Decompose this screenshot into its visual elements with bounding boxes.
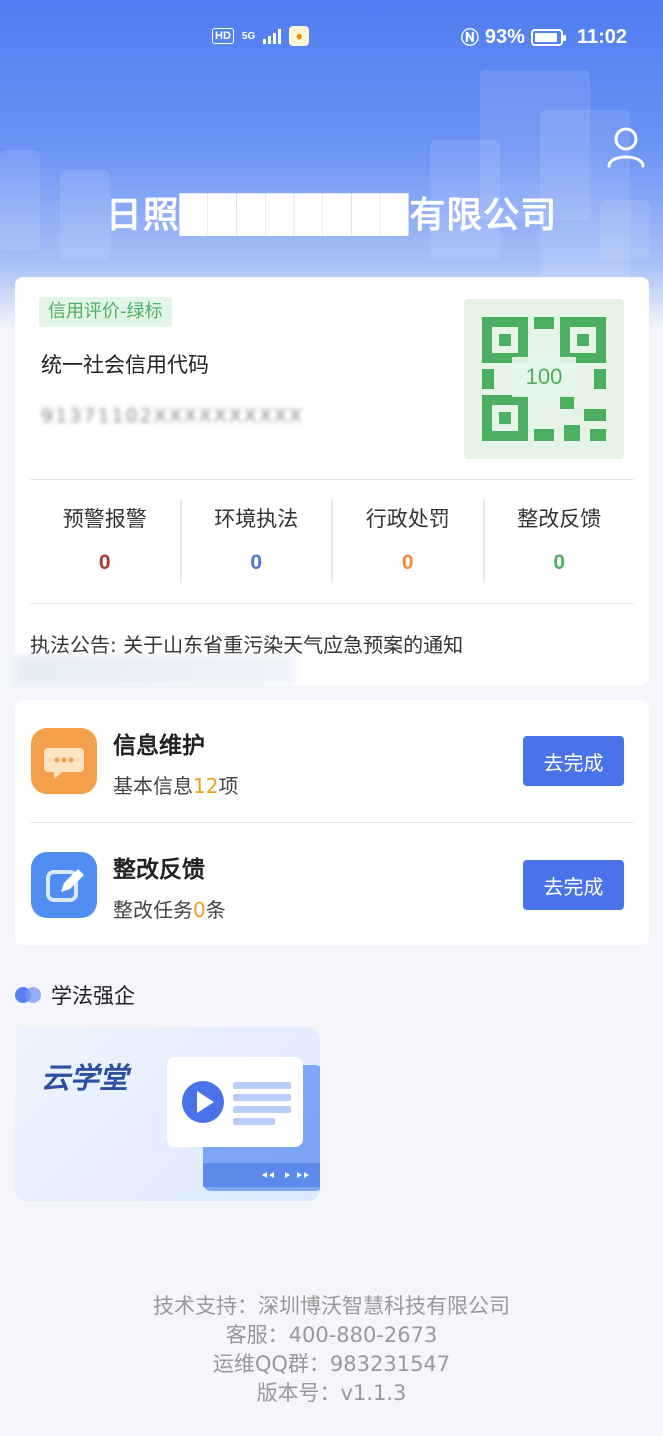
footer-service: 客服：400-880-2673 [225,1323,438,1347]
tasks-card: 信息维护 基本信息12项 去完成 整改反馈 整改任务0条 去完成 [15,700,649,945]
section-header: 学法强企 [15,980,135,1010]
task-rectification-feedback: 整改反馈 整改任务0条 去完成 [15,824,649,946]
enforcement-notice[interactable]: 执法公告: 关于山东省重污染天气应急预案的通知 [30,629,463,658]
task-title: 整改反馈 [113,857,205,883]
video-player-icon [167,1057,320,1191]
battery-icon [530,28,566,46]
nfc-icon: Ⓝ [460,28,479,48]
stat-administrative-penalty[interactable]: 行政处罚 0 [331,499,483,583]
task-sub-suffix: 项 [218,774,239,798]
task-info-maintenance: 信息维护 基本信息12项 去完成 [15,700,649,822]
notification-app-icon: ● [289,26,310,46]
complete-rectification-button[interactable]: 去完成 [523,860,624,910]
footer-qq: 运维QQ群：983231547 [212,1352,451,1376]
stat-environment-enforcement[interactable]: 环境执法 0 [179,499,332,583]
task-count: 0 [193,898,206,922]
complete-info-button[interactable]: 去完成 [523,736,624,786]
credit-card: 信用评价-绿标 统一社会信用代码 91371102XXXXXXXXXX 100 … [15,277,649,685]
task-sub-suffix: 条 [205,898,226,922]
clock: 11:02 [576,25,627,48]
hd-indicator: HD [212,28,234,44]
task-subtitle: 整改任务0条 [113,894,226,923]
network-label: 5G [241,30,256,42]
task-count: 12 [193,774,219,798]
credit-code-value: 91371102XXXXXXXXXX [41,405,304,427]
notice-ticker-blur [15,655,295,685]
task-subtitle: 基本信息12项 [113,770,238,799]
credit-rating-badge: 信用评价-绿标 [39,297,172,327]
signal-icon [263,28,282,44]
edit-pencil-icon [31,852,97,918]
stat-warning-alarm[interactable]: 预警报警 0 [30,499,180,583]
cloud-classroom-card[interactable]: 云学堂 [15,1027,320,1201]
stat-label: 行政处罚 [365,507,450,531]
divider [30,822,634,823]
footer: 技术支持：深圳博沃智慧科技有限公司 客服：400-880-2673 运维QQ群：… [0,1292,663,1408]
task-sub-prefix: 基本信息 [113,774,193,798]
stat-value: 0 [553,551,566,574]
footer-support: 技术支持：深圳博沃智慧科技有限公司 [153,1294,510,1318]
divider [30,479,634,480]
section-title: 学法强企 [51,984,135,1008]
user-profile-icon[interactable] [606,126,646,168]
stat-label: 环境执法 [214,507,299,531]
credit-code-label: 统一社会信用代码 [41,353,209,377]
battery-percent: 93% [484,25,525,48]
task-title: 信息维护 [113,733,205,759]
company-name: 日照████████有限公司 [105,195,558,236]
task-icon-box [31,852,97,918]
task-icon-box [31,728,97,794]
stat-value: 0 [250,551,263,574]
credit-score: 100 [512,357,576,397]
stat-label: 预警报警 [62,507,147,531]
footer-version: 版本号：v1.1.3 [256,1381,407,1405]
stat-value: 0 [401,551,414,574]
battery-level [534,32,558,42]
stat-label: 整改反馈 [517,507,602,531]
chat-bubble-icon [31,728,97,794]
task-sub-prefix: 整改任务 [113,898,193,922]
stats-row: 预警报警 0 环境执法 0 行政处罚 0 整改反馈 0 [30,499,634,583]
section-dots-icon [15,987,41,1003]
divider [30,603,634,604]
stat-rectification-feedback[interactable]: 整改反馈 0 [482,499,635,583]
stat-value: 0 [98,551,111,574]
qr-code[interactable]: 100 [464,299,624,459]
status-bar: HD 5G ● Ⓝ 93% 11:02 [0,22,663,54]
